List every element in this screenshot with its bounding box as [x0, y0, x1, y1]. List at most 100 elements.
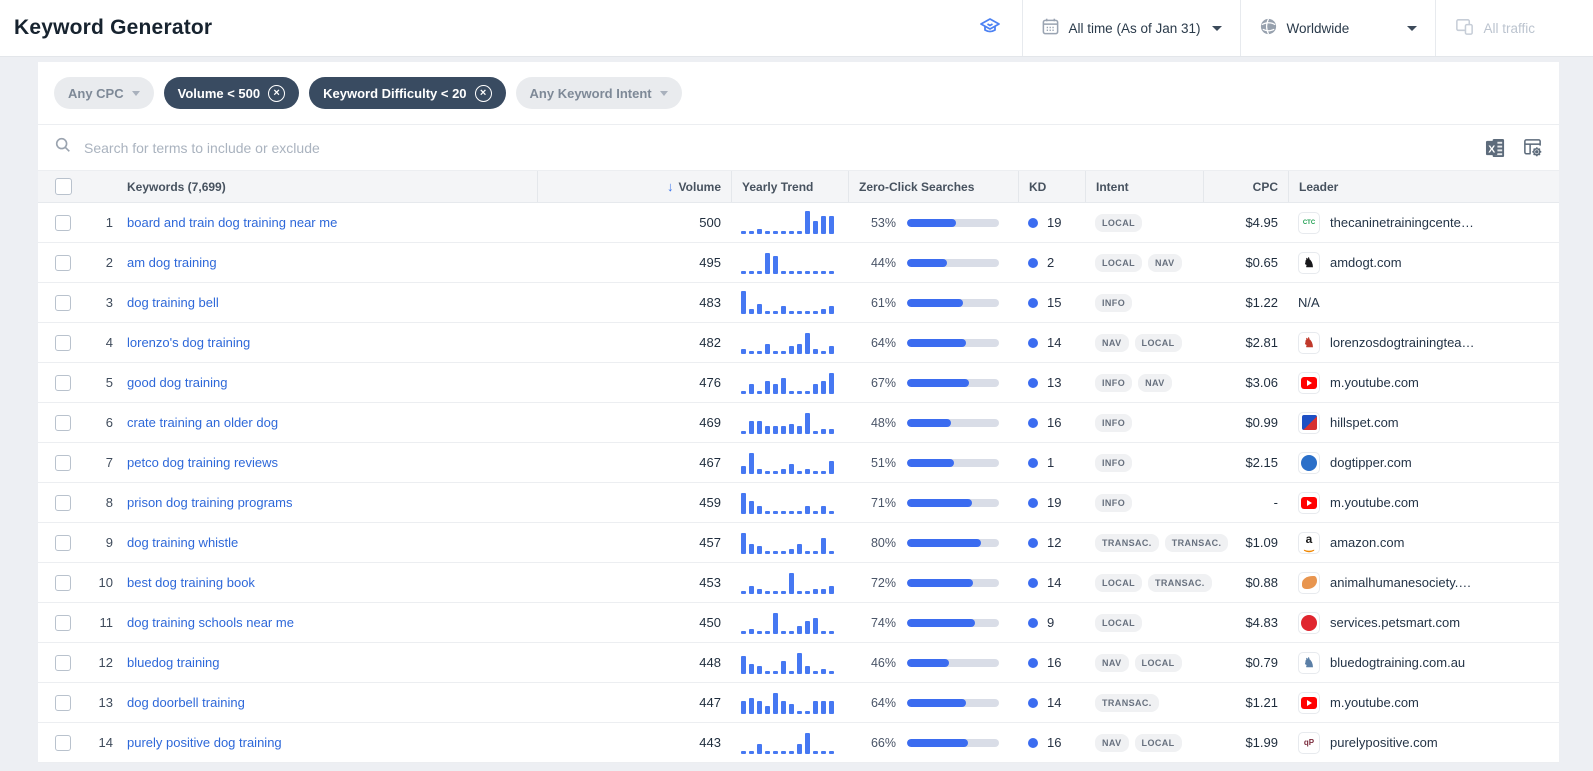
trend-bar — [741, 630, 746, 634]
trend-bar — [757, 270, 762, 274]
filter-chip-intent[interactable]: Any Keyword Intent — [515, 77, 682, 109]
kd-column-header[interactable]: KD — [1018, 171, 1085, 202]
leader-cell: m.youtube.com — [1288, 683, 1559, 722]
remove-filter-icon[interactable]: × — [268, 84, 286, 102]
keyword-link[interactable]: prison dog training programs — [127, 495, 292, 510]
row-checkbox[interactable] — [55, 734, 71, 751]
trend-bar — [773, 255, 778, 274]
leader-domain[interactable]: animalhumanesociety.… — [1330, 575, 1471, 590]
row-checkbox[interactable] — [55, 574, 71, 591]
intent-badge: TRANSAC. — [1095, 693, 1159, 712]
intent-badge: LOCAL — [1095, 253, 1142, 272]
volume-cell: 500 — [699, 215, 721, 230]
keyword-link[interactable]: petco dog training reviews — [127, 455, 278, 470]
region-filter-dropdown[interactable]: Worldwide — [1240, 0, 1435, 56]
filter-chip-keyword-difficulty[interactable]: Keyword Difficulty < 20 × — [309, 77, 506, 109]
intent-cell: NAV LOCAL — [1085, 323, 1203, 362]
keyword-link[interactable]: dog training schools near me — [127, 615, 294, 630]
row-checkbox[interactable] — [55, 334, 71, 351]
trend-column-header[interactable]: Yearly Trend — [731, 171, 848, 202]
keyword-link[interactable]: purely positive dog training — [127, 735, 282, 750]
row-checkbox[interactable] — [55, 454, 71, 471]
leader-domain[interactable]: lorenzosdogtrainingtea… — [1330, 335, 1475, 350]
keyword-link[interactable]: best dog training book — [127, 575, 255, 590]
row-checkbox[interactable] — [55, 534, 71, 551]
row-checkbox[interactable] — [55, 694, 71, 711]
leader-domain[interactable]: services.petsmart.com — [1330, 615, 1460, 630]
site-favicon: ♞ — [1298, 251, 1320, 274]
row-checkbox[interactable] — [55, 294, 71, 311]
trend-bar — [749, 230, 754, 234]
leader-domain[interactable]: bluedogtraining.com.au — [1330, 655, 1465, 670]
academy-button[interactable] — [958, 0, 1022, 56]
filter-chip-cpc[interactable]: Any CPC — [54, 77, 154, 109]
leader-domain[interactable]: amdogt.com — [1330, 255, 1402, 270]
date-filter-label: All time (As of Jan 31) — [1068, 20, 1201, 36]
row-checkbox[interactable] — [55, 494, 71, 511]
leader-domain[interactable]: amazon.com — [1330, 535, 1404, 550]
keyword-link[interactable]: dog doorbell training — [127, 695, 245, 710]
intent-badge: LOCAL — [1134, 733, 1182, 752]
remove-filter-icon[interactable]: × — [474, 84, 492, 102]
keyword-link[interactable]: crate training an older dog — [127, 415, 278, 430]
keywords-column-header[interactable]: Keywords (7,699) — [115, 171, 537, 202]
zero-click-percent: 64% — [870, 695, 896, 710]
zero-click-column-header[interactable]: Zero-Click Searches — [848, 171, 1018, 202]
keyword-link[interactable]: board and train dog training near me — [127, 215, 337, 230]
keyword-link[interactable]: good dog training — [127, 375, 227, 390]
trend-mini-chart — [741, 248, 838, 274]
row-checkbox[interactable] — [55, 214, 71, 231]
select-all-checkbox[interactable] — [55, 178, 72, 195]
keyword-link[interactable]: lorenzo's dog training — [127, 335, 250, 350]
keyword-link[interactable]: dog training whistle — [127, 535, 238, 550]
leader-domain[interactable]: purelypositive.com — [1330, 735, 1438, 750]
leader-domain[interactable]: m.youtube.com — [1330, 375, 1419, 390]
zero-click-bar-fill — [907, 418, 952, 427]
zero-click-cell: 46% — [848, 643, 1018, 682]
kd-dot-icon — [1028, 457, 1038, 468]
trend-bar — [797, 230, 802, 234]
trend-bar — [757, 545, 762, 554]
leader-column-header[interactable]: Leader — [1288, 171, 1559, 202]
row-checkbox[interactable] — [55, 374, 71, 391]
row-checkbox[interactable] — [55, 254, 71, 271]
checkbox-cell — [38, 603, 90, 642]
row-checkbox[interactable] — [55, 614, 71, 631]
row-number: 4 — [105, 335, 113, 350]
trend-bar — [813, 550, 818, 554]
leader-cell: services.petsmart.com — [1288, 603, 1559, 642]
column-settings-icon[interactable] — [1522, 137, 1543, 158]
filter-chip-volume[interactable]: Volume < 500 × — [163, 77, 300, 109]
keyword-link[interactable]: dog training bell — [127, 295, 219, 310]
leader-domain[interactable]: m.youtube.com — [1330, 695, 1419, 710]
table-row: 5 good dog training 476 67% 13 INFO NAV $3.06 m.… — [38, 363, 1559, 403]
sort-desc-icon: ↓ — [667, 179, 674, 194]
leader-domain[interactable]: m.youtube.com — [1330, 495, 1419, 510]
trend-bar — [741, 700, 746, 714]
search-bar: X — [38, 125, 1559, 171]
row-checkbox[interactable] — [55, 414, 71, 431]
leader-domain[interactable]: hillspet.com — [1330, 415, 1399, 430]
excel-export-icon[interactable]: X — [1485, 138, 1506, 158]
search-input[interactable] — [72, 139, 1469, 156]
intent-column-header[interactable]: Intent — [1085, 171, 1203, 202]
cpc-column-header[interactable]: CPC — [1203, 171, 1288, 202]
volume-column-header[interactable]: ↓ Volume — [537, 171, 731, 202]
chevron-down-icon — [1407, 25, 1418, 31]
trend-bar — [741, 465, 746, 474]
leader-cell: m.youtube.com — [1288, 363, 1559, 402]
kd-cell: 19 — [1018, 483, 1085, 522]
trend-bar — [749, 750, 754, 754]
date-filter-dropdown[interactable]: All time (As of Jan 31) — [1022, 0, 1240, 56]
leader-domain[interactable]: dogtipper.com — [1330, 455, 1412, 470]
traffic-filter-dropdown[interactable]: All traffic — [1435, 0, 1593, 56]
keyword-link[interactable]: am dog training — [127, 255, 217, 270]
leader-domain[interactable]: thecaninetrainingcente… — [1330, 215, 1474, 230]
row-checkbox[interactable] — [55, 654, 71, 671]
trend-bar — [805, 270, 810, 274]
trend-bar — [749, 452, 754, 474]
table-row: 3 dog training bell 483 61% 15 INFO $1.22 N/A — [38, 283, 1559, 323]
cpc-cell: $1.99 — [1245, 735, 1278, 750]
trend-bar — [789, 230, 794, 234]
keyword-link[interactable]: bluedog training — [127, 655, 220, 670]
